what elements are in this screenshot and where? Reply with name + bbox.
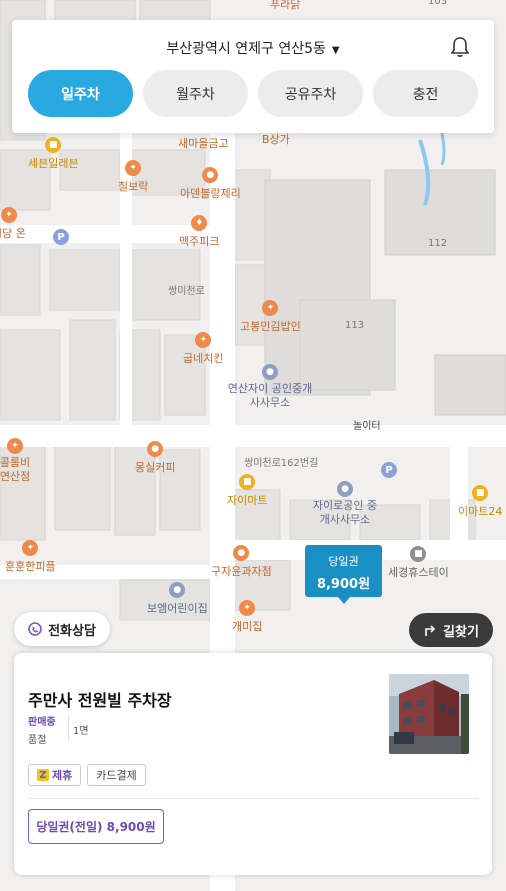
partner-tag: Z 제휴 xyxy=(28,764,82,786)
top-panel: 부산광역시 연제구 연산5동 ▼ 일주차 월주차 공유주차 충전 xyxy=(12,20,494,133)
poi-goobne-chicken[interactable]: ✦ 굽네치킨 xyxy=(183,332,223,366)
poi-chilborak[interactable]: ✦ 칠보락 xyxy=(118,160,148,194)
poi-saemaeul-bank[interactable]: 새마을금고 xyxy=(178,135,229,151)
parking-lot-photo[interactable] xyxy=(389,674,469,754)
poi-hunhun-people[interactable]: ✦ 훈훈한피플 xyxy=(5,540,56,574)
poi-beer-peak[interactable]: ♦ 맥주피크 xyxy=(179,215,219,249)
store-icon: ■ xyxy=(472,485,489,501)
building-number: 112 xyxy=(428,238,448,249)
bar-icon: ♦ xyxy=(191,215,208,231)
restaurant-icon: ✦ xyxy=(7,438,23,454)
restaurant-icon: ✦ xyxy=(262,300,279,316)
playground-label: 놀이터 xyxy=(353,421,381,432)
tab-shared[interactable]: 공유주차 xyxy=(258,70,363,117)
phone-consult-button[interactable]: 전화상담 xyxy=(14,612,110,646)
marker-price: 8,900원 xyxy=(316,577,371,592)
office-icon: ● xyxy=(337,481,353,497)
poi-yeonsan-xi-realty[interactable]: ● 연산자이 공인중개사사무소 xyxy=(225,364,315,410)
restaurant-icon: ✦ xyxy=(22,540,39,556)
location-text: 부산광역시 연제구 연산5동 xyxy=(166,41,326,57)
bell-icon[interactable] xyxy=(450,36,470,58)
sale-status: 판매중 xyxy=(28,717,56,728)
space-count: 1면 xyxy=(73,726,89,737)
poi-xiro-realty[interactable]: ● 자이로공인 중개사사무소 xyxy=(310,481,380,527)
building-icon: ■ xyxy=(410,546,427,562)
poi-puradak[interactable]: 푸라닭 xyxy=(270,0,300,12)
partner-icon: Z xyxy=(37,769,49,781)
poi-boem-daycare[interactable]: ● 보엠어린이집 xyxy=(147,582,208,616)
road-label: 쌍미천로 xyxy=(168,286,205,297)
poi-gobong-kimbap[interactable]: ✦ 고봉민김밥인 xyxy=(240,300,301,334)
poi-xi-mart[interactable]: ■ 자이마트 xyxy=(227,474,267,508)
parking-lot-card[interactable]: 주만사 전원빌 주차장 판매중 품절 1면 Z 제휴 카드결제 당일권(전일) 8… xyxy=(14,653,492,875)
office-icon: ● xyxy=(262,364,278,380)
marker-ticket-type: 당일권 xyxy=(328,555,359,568)
tab-monthly[interactable]: 월주차 xyxy=(143,70,248,117)
poi-seven-eleven[interactable]: ■ 세븐일레븐 xyxy=(28,137,79,171)
poi-emart24[interactable]: ■ 이마트24 xyxy=(458,485,502,519)
restaurant-icon: ✦ xyxy=(195,332,212,348)
parking-type-tabs: 일주차 월주차 공유주차 충전 xyxy=(28,70,478,117)
turn-right-icon xyxy=(425,625,436,636)
feature-tags: Z 제휴 카드결제 xyxy=(28,764,146,786)
marker-tail xyxy=(338,597,350,604)
school-icon: ● xyxy=(169,582,186,598)
bakery-icon: ● xyxy=(233,545,250,561)
tab-daily[interactable]: 일주차 xyxy=(28,70,133,117)
road-label: 쌍미천로162번길 xyxy=(244,458,319,469)
cafe-icon: ● xyxy=(147,441,164,457)
restaurant-icon: ✦ xyxy=(239,600,256,616)
parking-icon[interactable]: P xyxy=(53,229,69,245)
parking-price-marker[interactable]: 당일권 8,900원 xyxy=(305,545,382,604)
restaurant-icon: ✦ xyxy=(125,160,142,176)
bakery-icon: ● xyxy=(202,167,219,183)
poi-sidang-on[interactable]: ✦시당 온 xyxy=(0,207,26,241)
building-number: 103 xyxy=(428,0,448,7)
chevron-down-icon: ▼ xyxy=(331,45,340,56)
parking-lot-name: 주만사 전원빌 주차장 xyxy=(28,691,172,710)
divider xyxy=(68,715,69,741)
poi-gaemi-jip[interactable]: ✦ 개미집 xyxy=(232,600,262,634)
poi-b-mall[interactable]: B상가 xyxy=(262,131,290,147)
parking-icon[interactable]: P xyxy=(381,462,397,478)
restaurant-icon: ✦ xyxy=(0,207,17,223)
phone-consult-label: 전화상담 xyxy=(48,623,96,639)
ticket-option-button[interactable]: 당일권(전일) 8,900원 xyxy=(28,809,164,844)
phone-icon xyxy=(28,622,42,636)
poi-mongsil-coffee[interactable]: ● 몽실커피 xyxy=(135,441,175,475)
directions-label: 길찾기 xyxy=(443,624,479,640)
location-selector[interactable]: 부산광역시 연제구 연산5동 ▼ xyxy=(12,38,494,58)
divider xyxy=(28,798,478,799)
poi-colombi[interactable]: ✦ 콜롬비 연산점 xyxy=(0,438,36,484)
poi-aden-bakery[interactable]: ● 아덴블랑제리 xyxy=(180,167,241,201)
directions-button[interactable]: 길찾기 xyxy=(409,613,493,647)
availability-status: 품절 xyxy=(28,735,47,746)
tab-charging[interactable]: 충전 xyxy=(373,70,478,117)
building-number: 113 xyxy=(345,320,365,331)
store-icon: ■ xyxy=(239,474,256,490)
poi-guja-bakery[interactable]: ● 구자윤과자점 xyxy=(211,545,272,579)
card-payment-tag: 카드결제 xyxy=(87,764,146,786)
poi-segyeong-hustay[interactable]: ■ 세경휴스테이 xyxy=(388,546,449,580)
store-icon: ■ xyxy=(45,137,62,153)
